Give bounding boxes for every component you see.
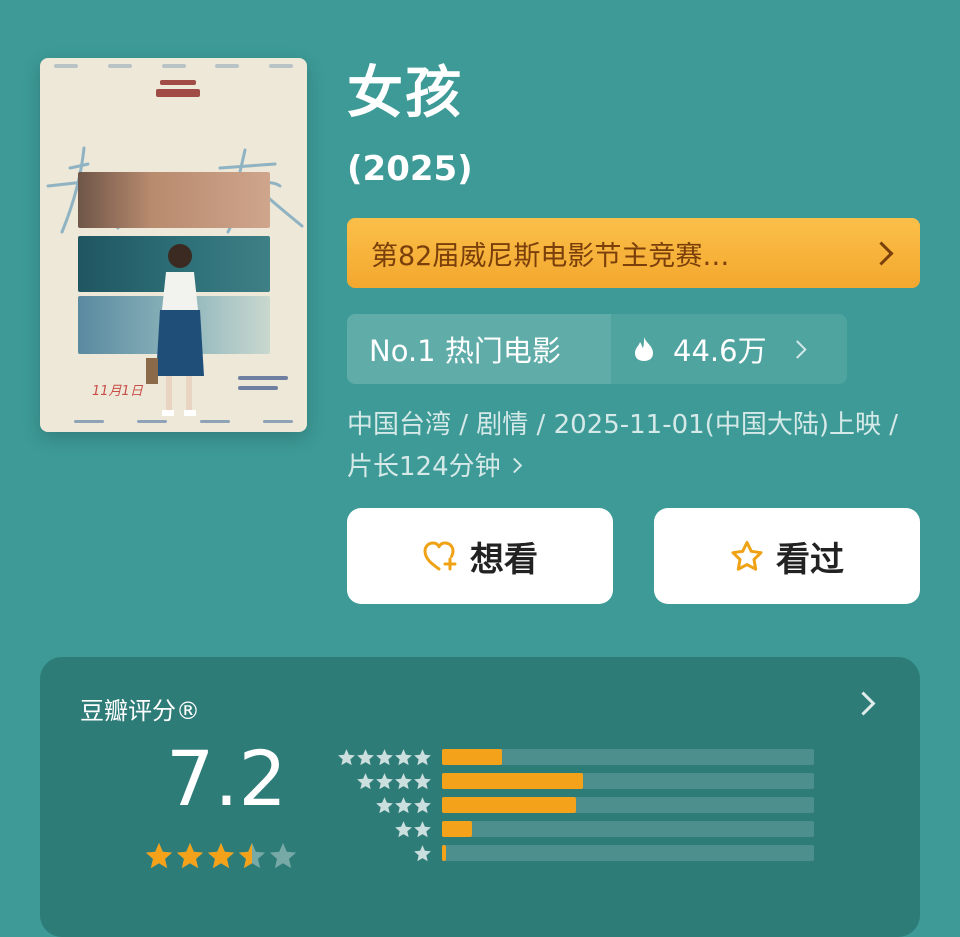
bar-track <box>442 821 814 837</box>
movie-year: (2025) <box>347 149 473 189</box>
small-star-icon <box>395 820 412 837</box>
douban-rating-card[interactable]: 豆瓣评分® 7.2 <box>40 657 920 937</box>
poster-cast-line <box>74 420 293 426</box>
chevron-right-icon[interactable] <box>851 691 876 716</box>
chevron-right-icon <box>869 240 894 266</box>
watched-button[interactable]: 看过 <box>654 508 920 604</box>
small-star-icon <box>414 820 431 837</box>
rank-label[interactable]: No.1 热门电影 <box>347 314 611 384</box>
bar-star-label <box>336 748 432 767</box>
want-to-watch-button[interactable]: 想看 <box>347 508 613 604</box>
rating-bar-4-star <box>336 769 814 793</box>
bar-track <box>442 797 814 813</box>
rating-stars <box>144 841 298 871</box>
small-star-icon <box>376 796 393 813</box>
heart-plus-icon <box>423 541 457 571</box>
rank-text: No.1 热门电影 <box>369 334 561 368</box>
bar-track <box>442 749 814 765</box>
movie-title: 女孩 <box>347 61 463 126</box>
small-star-icon <box>414 772 431 789</box>
rating-bar-3-star <box>336 793 814 817</box>
heat-value: 44.6万 <box>673 334 767 368</box>
small-star-icon <box>395 748 412 765</box>
ranking-bar[interactable]: No.1 热门电影 44.6万 <box>347 314 847 384</box>
star-icon <box>238 842 266 869</box>
rating-bar-1-star <box>336 841 814 865</box>
rating-bar-2-star <box>336 817 814 841</box>
star-icon <box>145 842 173 869</box>
bar-star-label <box>336 796 432 815</box>
bar-fill <box>442 797 576 813</box>
chevron-right-icon <box>787 339 807 359</box>
small-star-icon <box>414 844 431 861</box>
star-icon <box>269 842 297 869</box>
small-star-icon <box>357 772 374 789</box>
small-star-icon <box>395 796 412 813</box>
bar-fill <box>442 845 446 861</box>
bar-star-label <box>336 772 432 791</box>
small-star-icon <box>395 772 412 789</box>
poster-tagline <box>238 376 288 406</box>
small-star-icon <box>414 748 431 765</box>
chevron-right-icon <box>506 457 522 474</box>
small-star-icon <box>357 748 374 765</box>
poster-date: 11月1日 <box>92 384 143 399</box>
star-icon <box>207 842 235 869</box>
star-outline-icon <box>731 541 763 571</box>
award-text: 第82届威尼斯电影节主竞赛… <box>371 240 730 272</box>
bar-star-label <box>336 820 432 839</box>
small-star-icon <box>338 748 355 765</box>
movie-meta[interactable]: 中国台湾 / 剧情 / 2025-11-01(中国大陆)上映 / 片长124分钟 <box>347 404 927 488</box>
rating-score: 7.2 <box>166 734 287 823</box>
bar-fill <box>442 773 584 789</box>
award-banner[interactable]: 第82届威尼斯电影节主竞赛… <box>347 218 920 288</box>
small-star-icon <box>376 772 393 789</box>
rating-label: 豆瓣评分® <box>80 697 200 725</box>
small-star-icon <box>376 748 393 765</box>
rating-bar-5-star <box>336 745 814 769</box>
fire-icon <box>635 337 653 361</box>
bar-track <box>442 773 814 789</box>
bar-track <box>442 845 814 861</box>
want-label: 想看 <box>470 539 538 580</box>
meta-text: 中国台湾 / 剧情 / 2025-11-01(中国大陆)上映 / 片长124分钟 <box>347 410 898 482</box>
seen-label: 看过 <box>776 539 844 580</box>
small-star-icon <box>414 796 431 813</box>
bar-star-label <box>336 844 432 863</box>
rating-distribution <box>336 745 814 865</box>
bar-fill <box>442 749 502 765</box>
movie-poster[interactable]: Girl 11月1日 <box>40 58 307 432</box>
bar-fill <box>442 821 472 837</box>
star-icon <box>176 842 204 869</box>
heat-count[interactable]: 44.6万 <box>611 314 847 384</box>
